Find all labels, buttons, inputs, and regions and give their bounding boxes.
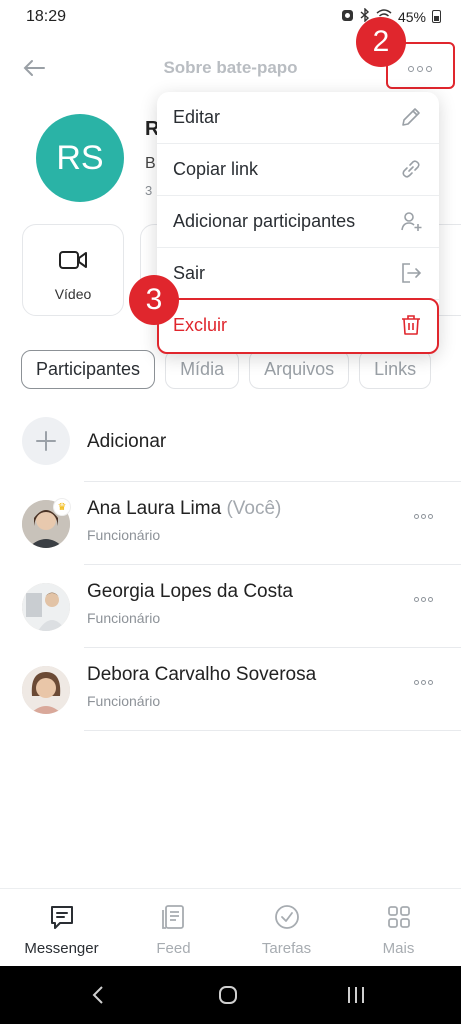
link-icon (399, 157, 423, 181)
nav-more[interactable]: Mais (341, 889, 456, 967)
check-circle-icon (229, 903, 344, 931)
you-tag: (Você) (226, 498, 282, 519)
tab-links[interactable]: Links (359, 350, 432, 389)
member-role: Funcionário (87, 527, 161, 543)
highlight-delete (157, 298, 439, 354)
video-call-button[interactable]: Vídeo (22, 224, 124, 316)
divider (84, 481, 461, 482)
nav-tasks[interactable]: Tarefas (229, 889, 344, 967)
plus-icon (22, 417, 70, 465)
nav-label: Feed (156, 940, 191, 957)
nav-label: Mais (382, 940, 415, 957)
chat-subtitle: B (145, 155, 156, 172)
member-more-button[interactable] (414, 514, 433, 519)
system-back-button[interactable] (78, 982, 118, 1008)
divider (84, 730, 461, 731)
notification-icon (341, 9, 354, 25)
battery-level: 45% (397, 8, 426, 25)
avatar (22, 666, 70, 714)
divider (84, 647, 461, 648)
list-item[interactable]: ♛ Ana Laura Lima (Você) Funcionário (22, 494, 461, 556)
member-name: Georgia Lopes da Costa (87, 581, 293, 602)
list-item[interactable]: Georgia Lopes da Costa Funcionário (22, 577, 461, 639)
member-role: Funcionário (87, 610, 161, 626)
add-label: Adicionar (87, 431, 167, 452)
step-badge-2: 2 (356, 17, 406, 67)
member-name: Debora Carvalho Soverosa (87, 664, 317, 685)
battery-icon (432, 10, 441, 23)
content-tabs: Participantes Mídia Arquivos Links (21, 350, 432, 389)
video-icon (23, 249, 123, 271)
menu-item-edit[interactable]: Editar (157, 92, 439, 144)
add-user-icon (399, 209, 423, 233)
member-count: 3 (145, 183, 153, 198)
member-more-button[interactable] (414, 597, 433, 602)
nav-messenger[interactable]: Messenger (4, 889, 119, 967)
step-badge-3: 3 (129, 275, 179, 325)
menu-item-label: Sair (173, 263, 206, 283)
nav-label: Messenger (24, 940, 99, 957)
menu-item-leave[interactable]: Sair (157, 248, 439, 300)
tab-participants[interactable]: Participantes (21, 350, 156, 389)
nav-feed[interactable]: Feed (116, 889, 231, 967)
grid-icon (341, 903, 456, 931)
feed-icon (116, 903, 231, 931)
chat-avatar: RS (36, 114, 124, 202)
menu-item-label: Adicionar participantes (173, 211, 356, 231)
divider (84, 564, 461, 565)
nav-label: Tarefas (261, 940, 312, 957)
avatar (22, 583, 70, 631)
exit-icon (399, 261, 423, 285)
add-participant-row[interactable]: Adicionar (22, 417, 461, 467)
member-role: Funcionário (87, 693, 161, 709)
menu-item-label: Editar (173, 107, 221, 127)
menu-item-copy-link[interactable]: Copiar link (157, 144, 439, 196)
chat-icon (4, 903, 119, 931)
tab-media[interactable]: Mídia (165, 350, 240, 389)
tab-files[interactable]: Arquivos (249, 350, 350, 389)
menu-item-add-participants[interactable]: Adicionar participantes (157, 196, 439, 248)
system-recents-button[interactable] (336, 982, 376, 1008)
bottom-nav: Messenger Feed Tarefas Mais (0, 888, 461, 966)
system-nav-bar (0, 966, 461, 1024)
menu-item-label: Copiar link (173, 159, 259, 179)
system-home-button[interactable] (208, 982, 248, 1008)
video-label: Vídeo (54, 286, 92, 302)
member-name: Ana Laura Lima (Você) (87, 498, 282, 519)
list-item[interactable]: Debora Carvalho Soverosa Funcionário (22, 660, 461, 722)
status-time: 18:29 (26, 8, 67, 25)
member-more-button[interactable] (414, 680, 433, 685)
pencil-icon (399, 105, 423, 129)
crown-icon: ♛ (53, 498, 71, 516)
